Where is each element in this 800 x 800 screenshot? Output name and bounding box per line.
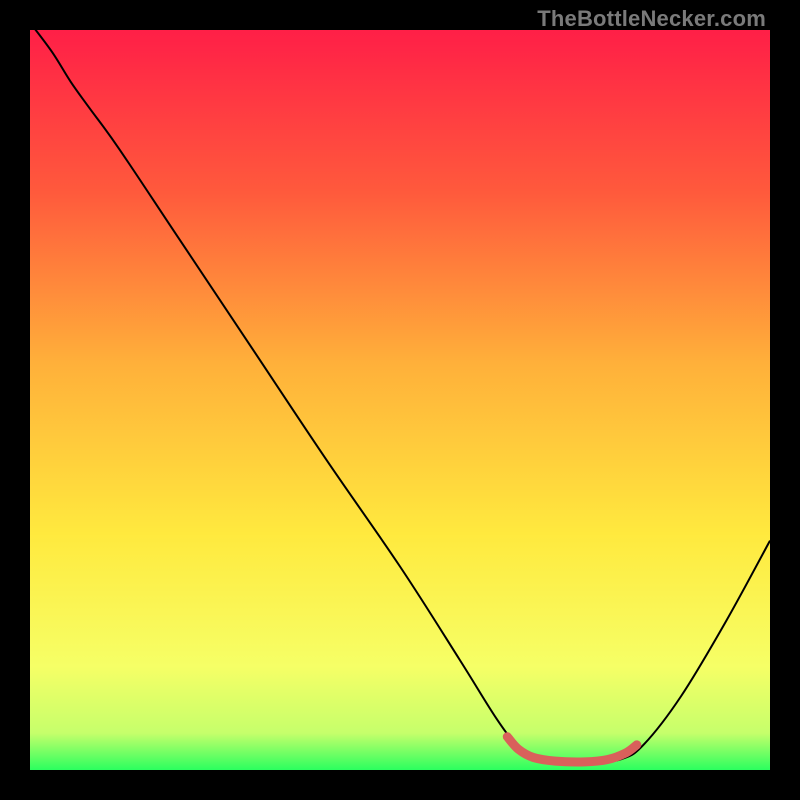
- chart-background: [30, 30, 770, 770]
- watermark-text: TheBottleNecker.com: [537, 6, 766, 32]
- chart-svg: [30, 30, 770, 770]
- chart-frame: [30, 30, 770, 770]
